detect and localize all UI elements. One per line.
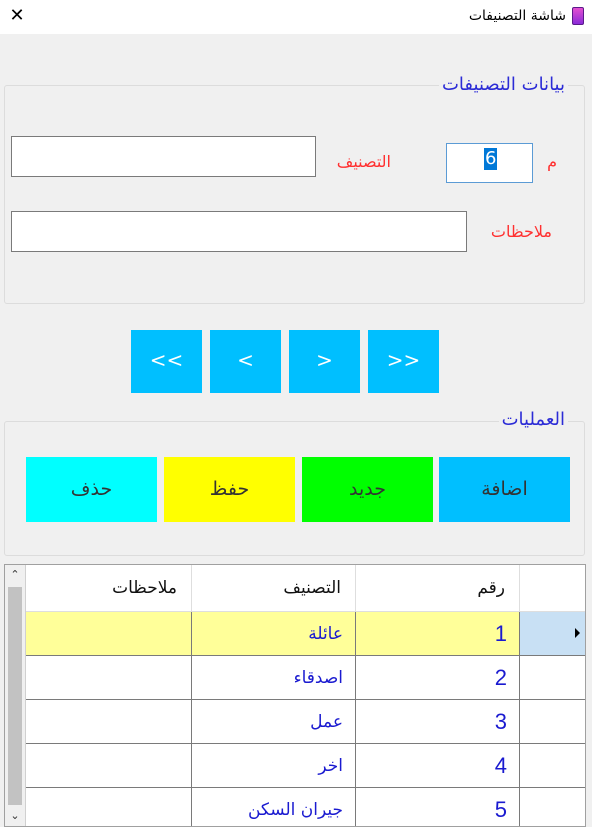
table-row-cell-notes[interactable] <box>26 612 192 656</box>
window-title-area: شاشة التصنيفات <box>469 7 584 25</box>
table-row-cell-notes[interactable] <box>26 700 192 744</box>
header-corner <box>520 565 585 612</box>
window-title: شاشة التصنيفات <box>468 8 566 24</box>
current-row-indicator-icon <box>575 628 580 638</box>
table-row-cell-notes[interactable] <box>26 788 192 826</box>
table-row-cell-number[interactable]: 1 <box>356 612 520 656</box>
table-row-cell-notes[interactable] <box>26 744 192 788</box>
id-label: م <box>547 152 557 171</box>
table-row-cell-notes[interactable] <box>26 656 192 700</box>
header-category[interactable]: التصنيف <box>192 565 356 612</box>
id-field[interactable]: 6 <box>446 143 533 183</box>
header-number[interactable]: رقم <box>356 565 520 612</box>
next-record-button[interactable]: > <box>289 330 360 393</box>
table-row-cell-name[interactable]: جيران السكن <box>192 788 356 826</box>
category-label: التصنيف <box>336 152 391 171</box>
operations-group-title: العمليات <box>498 409 568 431</box>
title-bar: ✕ شاشة التصنيفات <box>0 0 592 34</box>
table-row-cell-name[interactable]: اخر <box>192 744 356 788</box>
scroll-down-arrow-icon[interactable]: ⌄ <box>5 807 25 825</box>
last-record-button[interactable]: >> <box>368 330 439 393</box>
table-row-cell-name[interactable]: اصدقاء <box>192 656 356 700</box>
row-header-selected[interactable] <box>520 612 585 656</box>
notes-field[interactable] <box>11 211 467 252</box>
scroll-up-arrow-icon[interactable]: ⌃ <box>5 566 25 584</box>
category-field[interactable] <box>11 136 316 177</box>
row-header[interactable] <box>520 700 585 744</box>
previous-record-button[interactable]: < <box>210 330 281 393</box>
category-data-group-title: بيانات التصنيفات <box>438 74 568 96</box>
header-notes[interactable]: ملاحظات <box>26 565 192 612</box>
table-row-cell-name[interactable]: عائلة <box>192 612 356 656</box>
table-row-cell-number[interactable]: 5 <box>356 788 520 826</box>
id-field-value: 6 <box>484 148 498 170</box>
close-icon[interactable]: ✕ <box>6 5 28 27</box>
category-data-group <box>4 85 585 304</box>
new-button[interactable]: جديد <box>302 457 433 522</box>
row-header[interactable] <box>520 744 585 788</box>
add-button[interactable]: اضافة <box>439 457 570 522</box>
scroll-thumb[interactable] <box>8 587 22 805</box>
table-row-cell-number[interactable]: 4 <box>356 744 520 788</box>
table-row-cell-number[interactable]: 3 <box>356 700 520 744</box>
table-row-cell-name[interactable]: عمل <box>192 700 356 744</box>
row-header[interactable] <box>520 656 585 700</box>
row-header[interactable] <box>520 788 585 826</box>
save-button[interactable]: حفظ <box>164 457 295 522</box>
categories-grid[interactable]: ⌃ ⌄ ملاحظات التصنيف رقم عائلة 1 اصدقاء 2… <box>4 564 586 827</box>
table-row-cell-number[interactable]: 2 <box>356 656 520 700</box>
vertical-scrollbar[interactable]: ⌃ ⌄ <box>5 565 26 826</box>
delete-button[interactable]: حذف <box>26 457 157 522</box>
app-icon <box>572 7 584 25</box>
notes-label: ملاحظات <box>490 222 552 241</box>
first-record-button[interactable]: << <box>131 330 202 393</box>
